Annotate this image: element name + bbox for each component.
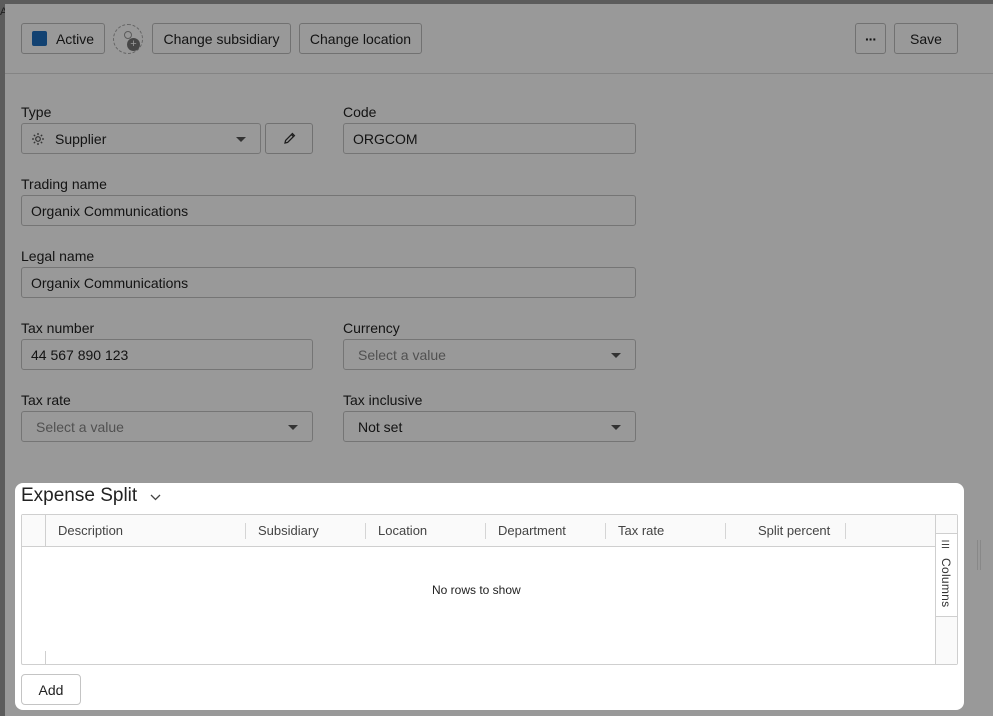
columns-side-bar: ☰ Columns <box>935 515 957 664</box>
column-separator[interactable] <box>845 523 846 539</box>
add-row-button[interactable]: Add <box>21 674 81 705</box>
legal-name-input[interactable]: Organix Communications <box>21 267 636 298</box>
active-status-swatch <box>31 31 47 46</box>
grid-divider <box>45 651 46 664</box>
expense-split-title-text: Expense Split <box>21 485 138 507</box>
active-label: Active <box>55 30 95 47</box>
tax-inclusive-label: Tax inclusive <box>343 392 423 408</box>
tax-number-input[interactable]: 44 567 890 123 <box>21 339 313 370</box>
column-separator[interactable] <box>245 523 246 539</box>
gear-icon <box>31 132 45 146</box>
column-header-location[interactable]: Location <box>378 515 427 546</box>
pencil-icon <box>282 131 297 146</box>
column-header-split-percent[interactable]: Split percent <box>758 515 830 546</box>
more-options-button[interactable]: ··· <box>855 23 886 54</box>
add-user-icon[interactable]: + <box>113 24 143 54</box>
column-separator[interactable] <box>485 523 486 539</box>
column-header-tax-rate[interactable]: Tax rate <box>618 515 664 546</box>
column-separator[interactable] <box>365 523 366 539</box>
expense-split-panel: Expense Split Description Subsidiary Loc… <box>15 483 964 710</box>
column-separator[interactable] <box>605 523 606 539</box>
column-header-department[interactable]: Department <box>498 515 566 546</box>
no-rows-message: No rows to show <box>432 583 521 597</box>
tax-rate-select[interactable]: Select a value <box>21 411 313 442</box>
chevron-down-icon <box>288 425 298 430</box>
toolbar: Active + Change subsidiary Change locati… <box>5 4 993 74</box>
chevron-down-icon <box>236 137 246 142</box>
legal-name-label: Legal name <box>21 248 95 264</box>
expense-split-title[interactable]: Expense Split <box>21 485 161 507</box>
type-label: Type <box>21 104 52 120</box>
change-location-button[interactable]: Change location <box>299 23 422 54</box>
edit-type-button[interactable] <box>265 123 313 154</box>
type-select[interactable]: Supplier <box>21 123 261 154</box>
column-header-description[interactable]: Description <box>58 515 123 546</box>
currency-select[interactable]: Select a value <box>343 339 636 370</box>
columns-icon: ☰ <box>941 540 950 551</box>
grid-header-selector <box>22 515 46 546</box>
chevron-down-icon <box>611 353 621 358</box>
columns-tool-button[interactable]: ☰ Columns <box>936 533 957 617</box>
grid-header: Description Subsidiary Location Departme… <box>22 515 936 547</box>
currency-label: Currency <box>343 320 400 336</box>
save-button[interactable]: Save <box>894 23 958 54</box>
code-input[interactable]: ORGCOM <box>343 123 636 154</box>
currency-placeholder: Select a value <box>358 346 446 363</box>
chevron-down-icon[interactable] <box>150 485 161 507</box>
trading-name-label: Trading name <box>21 176 107 192</box>
columns-tab-label: Columns <box>939 558 953 608</box>
column-separator[interactable] <box>725 523 726 539</box>
tax-inclusive-value: Not set <box>358 418 403 435</box>
resize-handle[interactable] <box>977 540 981 570</box>
change-subsidiary-button[interactable]: Change subsidiary <box>152 23 291 54</box>
trading-name-input[interactable]: Organix Communications <box>21 195 636 226</box>
tax-rate-placeholder: Select a value <box>36 418 124 435</box>
active-toggle-button[interactable]: Active <box>21 23 105 54</box>
tax-number-label: Tax number <box>21 320 95 336</box>
code-label: Code <box>343 104 377 120</box>
tax-inclusive-select[interactable]: Not set <box>343 411 636 442</box>
tax-rate-label: Tax rate <box>21 392 71 408</box>
chevron-down-icon <box>611 425 621 430</box>
column-header-subsidiary[interactable]: Subsidiary <box>258 515 319 546</box>
expense-split-grid: Description Subsidiary Location Departme… <box>21 514 958 665</box>
type-value: Supplier <box>55 130 107 147</box>
